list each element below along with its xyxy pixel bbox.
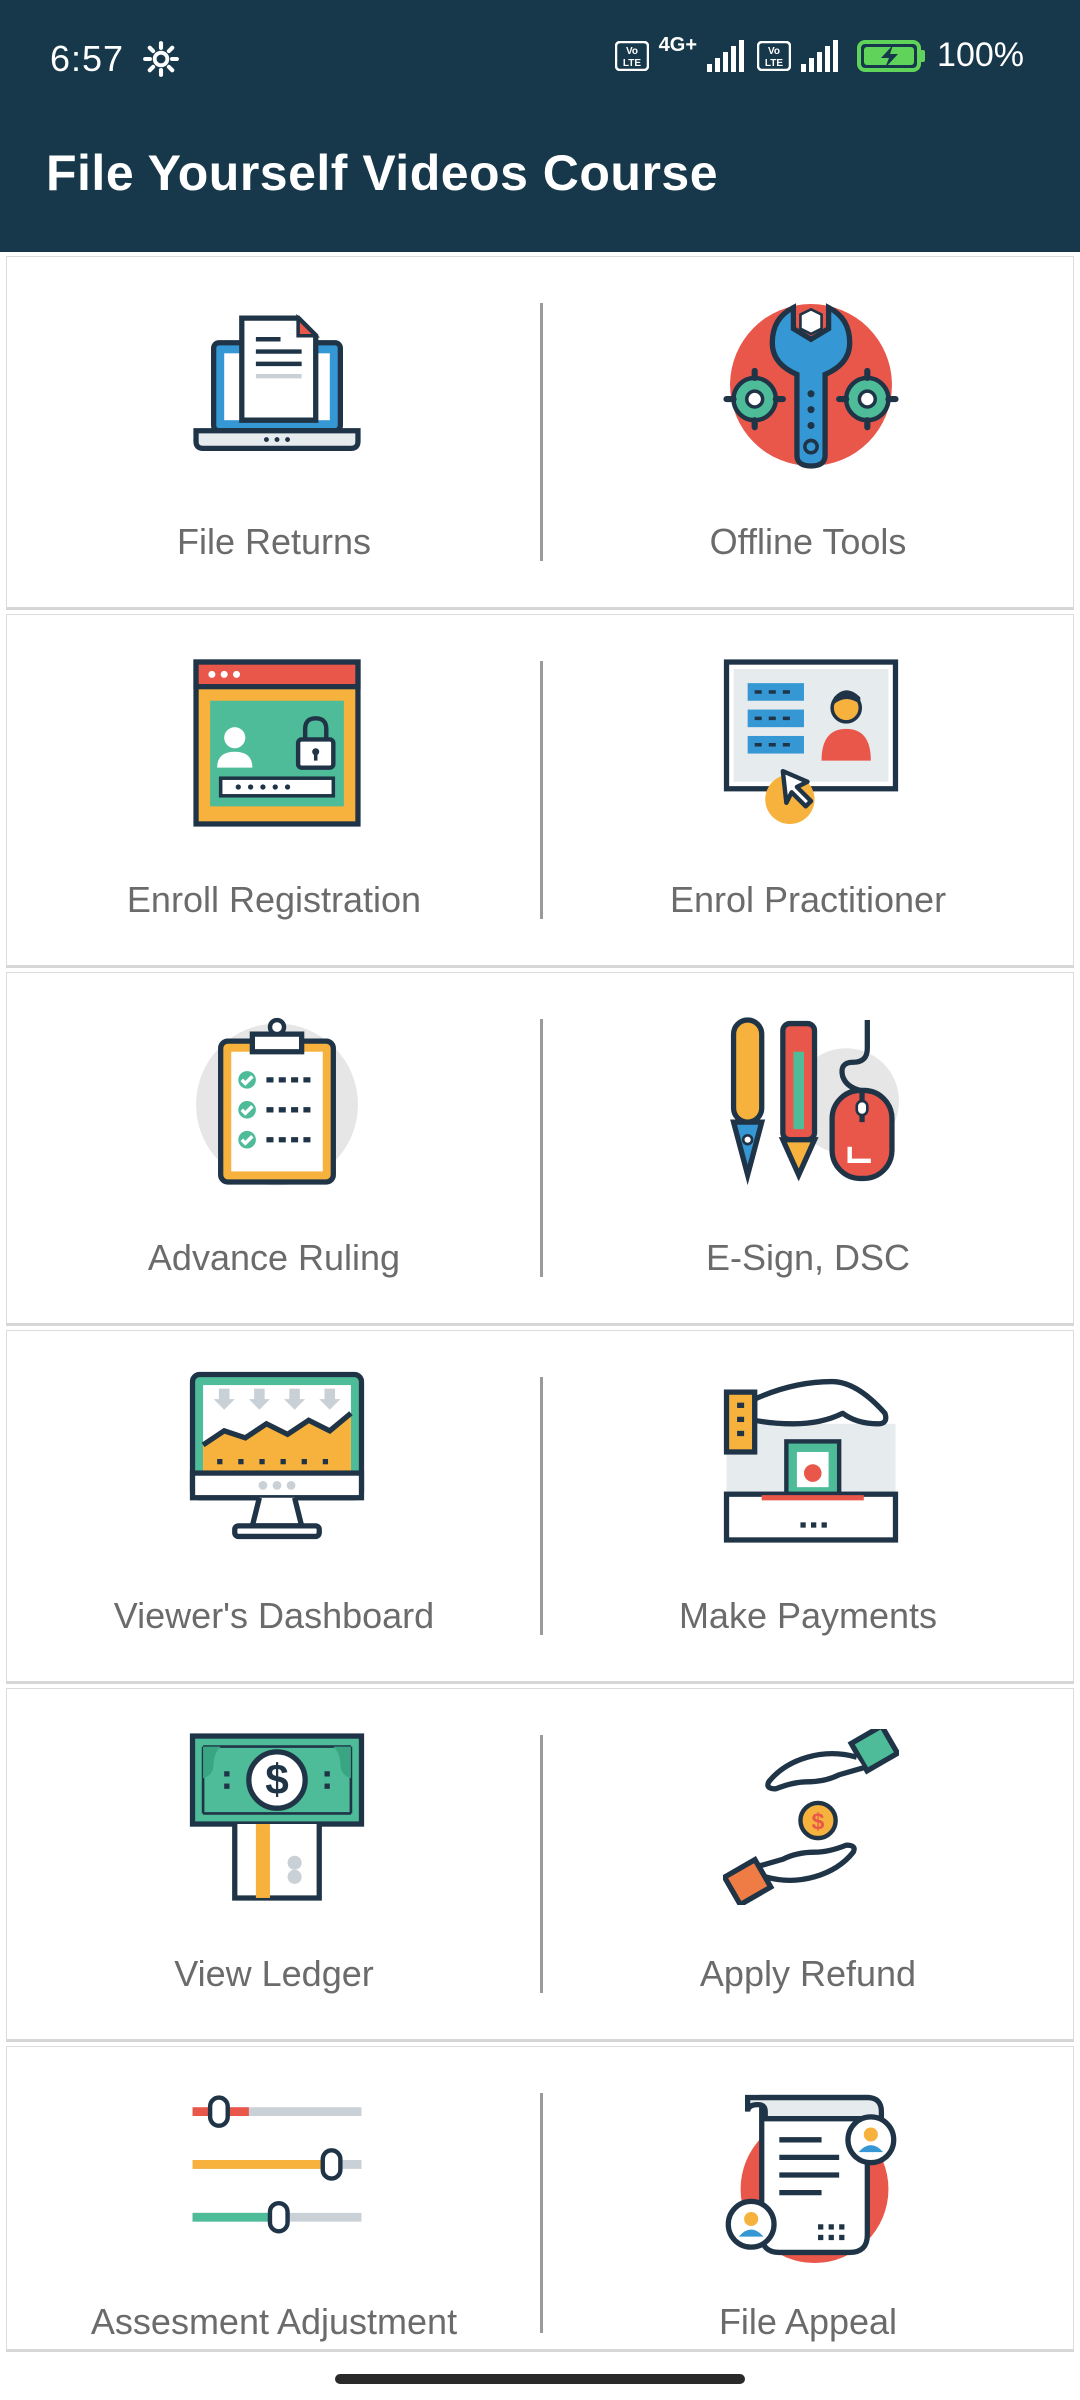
battery-charging-icon bbox=[857, 39, 926, 72]
svg-text:Vo: Vo bbox=[768, 46, 780, 57]
hand-payment-icon bbox=[723, 1378, 899, 1543]
laptop-document-icon bbox=[193, 313, 361, 451]
menu-row: Assesment Adjustment File Appeal bbox=[6, 2046, 1074, 2352]
menu-row: Viewer's Dashboard Make Payments bbox=[6, 1330, 1074, 1684]
menu-item-label: Enroll Registration bbox=[126, 879, 422, 920]
menu-item-label: Offline Tools bbox=[709, 521, 907, 562]
secure-login-window-icon bbox=[193, 659, 361, 827]
network-type: 4G+ bbox=[658, 34, 698, 56]
page-title: File Yourself Videos Course bbox=[46, 145, 719, 201]
menu-item-label: Apply Refund bbox=[699, 1953, 917, 1994]
menu-row: File Returns Offline Tools bbox=[6, 256, 1074, 610]
menu-item-label: Advance Ruling bbox=[147, 1237, 401, 1278]
hands-coin-exchange-icon: $ bbox=[723, 1729, 899, 1905]
status-time: 6:57 bbox=[50, 38, 125, 79]
svg-text:LTE: LTE bbox=[765, 58, 783, 69]
menu-item-label: Assesment Adjustment bbox=[90, 2301, 458, 2342]
menu-item-esign-dsc[interactable]: E-Sign, DSC bbox=[541, 973, 1075, 1323]
menu-item-label: E-Sign, DSC bbox=[705, 1237, 911, 1278]
svg-text:LTE: LTE bbox=[623, 58, 641, 69]
menu-item-assesment-adjustment[interactable]: Assesment Adjustment bbox=[7, 2047, 541, 2349]
home-indicator[interactable] bbox=[335, 2374, 745, 2384]
menu-item-file-appeal[interactable]: File Appeal bbox=[541, 2047, 1075, 2349]
svg-text:$: $ bbox=[812, 1808, 825, 1834]
sliders-icon bbox=[192, 2095, 362, 2234]
menu-item-file-returns[interactable]: File Returns bbox=[7, 257, 541, 607]
clipboard-checklist-icon bbox=[196, 1017, 358, 1186]
menu-grid: File Returns Offline Tools Enroll Regist… bbox=[6, 256, 1074, 2356]
scroll-document-users-icon bbox=[725, 2094, 897, 2263]
dollar-bill-board-icon: $ bbox=[189, 1733, 365, 1901]
monitor-chart-icon bbox=[189, 1371, 365, 1540]
volte-icon: VoLTE bbox=[757, 40, 792, 71]
menu-row: $ View Ledger $ Apply Refund bbox=[6, 1688, 1074, 2042]
menu-item-label: Make Payments bbox=[678, 1595, 938, 1636]
menu-item-view-ledger[interactable]: $ View Ledger bbox=[7, 1689, 541, 2039]
menu-item-enrol-practitioner[interactable]: Enrol Practitioner bbox=[541, 615, 1075, 965]
battery-percent: 100% bbox=[937, 36, 1024, 74]
status-bar: 6:57 Vo LTE 4G+ Vo LTE 100% bbox=[0, 0, 1080, 124]
menu-item-offline-tools[interactable]: Offline Tools bbox=[541, 257, 1075, 607]
menu-item-make-payments[interactable]: Make Payments bbox=[541, 1331, 1075, 1681]
app-bar: File Yourself Videos Course bbox=[0, 124, 1080, 252]
wrench-gears-icon bbox=[723, 303, 899, 469]
menu-item-label: Enrol Practitioner bbox=[669, 879, 947, 920]
menu-item-label: Viewer's Dashboard bbox=[113, 1595, 435, 1636]
menu-item-label: File Appeal bbox=[718, 2301, 898, 2342]
signal-icon bbox=[707, 39, 745, 72]
menu-row: Enroll Registration Enrol Practitioner bbox=[6, 614, 1074, 968]
menu-row: Advance Ruling E-Sign, DSC bbox=[6, 972, 1074, 1326]
pen-pencil-mouse-icon bbox=[730, 1017, 899, 1186]
menu-item-label: View Ledger bbox=[174, 1953, 374, 1994]
menu-item-advance-ruling[interactable]: Advance Ruling bbox=[7, 973, 541, 1323]
signal-icon bbox=[801, 39, 839, 72]
menu-item-apply-refund[interactable]: $ Apply Refund bbox=[541, 1689, 1075, 2039]
svg-text:Vo: Vo bbox=[626, 46, 638, 57]
menu-item-viewers-dashboard[interactable]: Viewer's Dashboard bbox=[7, 1331, 541, 1681]
profile-board-icon bbox=[723, 659, 899, 824]
svg-text:$: $ bbox=[265, 1756, 289, 1803]
menu-item-label: File Returns bbox=[176, 521, 372, 562]
menu-item-enroll-registration[interactable]: Enroll Registration bbox=[7, 615, 541, 965]
status-indicators: Vo LTE 4G+ Vo LTE 100% bbox=[614, 34, 1024, 75]
settings-gear-icon bbox=[143, 41, 179, 77]
volte-icon: VoLTE bbox=[614, 40, 649, 71]
